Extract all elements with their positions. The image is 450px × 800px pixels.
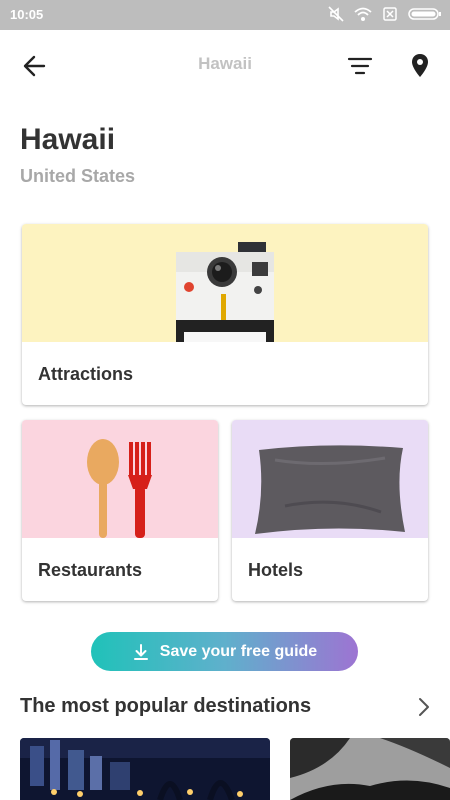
category-label-hotels: Hotels [248,560,304,580]
mute-icon [328,6,344,22]
destination-card[interactable] [20,738,270,800]
destination-card[interactable] [290,738,450,800]
app-bar: Hawaii [0,30,450,100]
destination-image [20,738,270,800]
download-icon [133,643,148,660]
restaurants-image [22,420,218,538]
category-label-restaurants: Restaurants [38,560,143,580]
status-bar: 10:05 [0,0,450,30]
attractions-image [22,224,428,342]
category-card-restaurants[interactable]: Restaurants [22,420,218,601]
cutlery-icon [87,439,152,538]
chevron-right-icon[interactable] [417,697,431,717]
wifi-icon [354,7,372,21]
page-title: Hawaii [20,123,116,156]
save-guide-label: Save your free guide [159,642,318,660]
hotels-image [232,420,428,538]
camera-icon [176,242,274,342]
battery-icon [408,8,441,20]
pillow-icon [255,445,405,534]
section-title: The most popular destinations [20,695,312,717]
map-pin-icon[interactable] [408,52,432,80]
filter-icon[interactable] [346,54,374,78]
status-time: 10:05 [10,7,44,22]
sim-off-icon [383,7,397,21]
category-card-hotels[interactable]: Hotels [232,420,428,601]
destination-image [290,738,450,800]
app-bar-title: Hawaii [198,54,252,73]
category-card-attractions[interactable]: Attractions [22,224,428,405]
page-subtitle: United States [20,166,136,186]
category-label-attractions: Attractions [38,364,134,384]
status-icons [328,6,442,22]
save-guide-button[interactable]: Save your free guide [91,632,358,671]
